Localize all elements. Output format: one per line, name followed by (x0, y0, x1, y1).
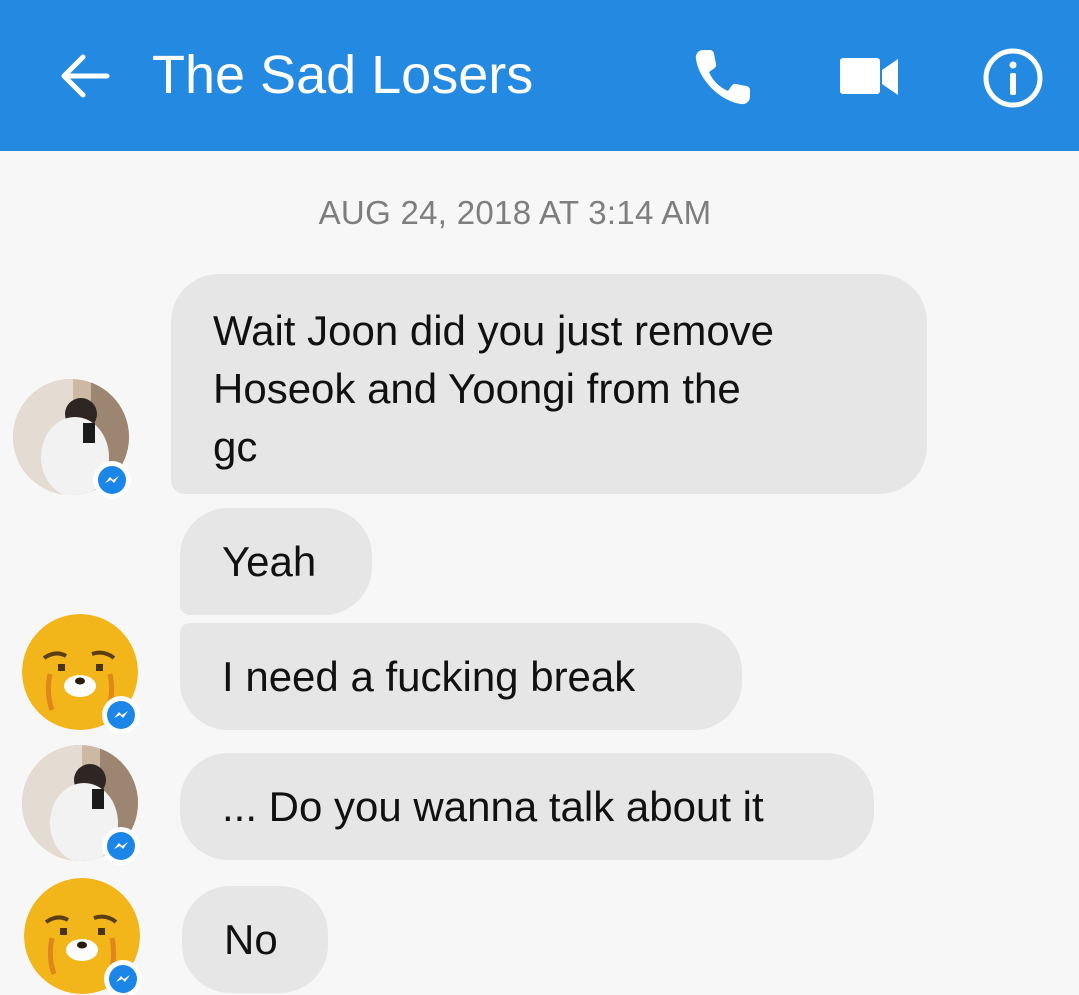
chat-header: The Sad Losers (0, 0, 1079, 151)
message-bubble-3[interactable]: I need a fucking break (180, 623, 742, 730)
conversation-timestamp: AUG 24, 2018 AT 3:14 AM (318, 194, 712, 231)
sender-avatar-photo[interactable] (22, 745, 140, 865)
messenger-badge-icon (107, 701, 135, 729)
video-call-button[interactable] (836, 50, 902, 104)
message-bubble-2[interactable]: Yeah (180, 508, 372, 615)
message-line: Hoseok and Yoongi from the (213, 365, 741, 412)
messenger-badge (102, 696, 140, 734)
message-bubble-1[interactable]: Wait Joon did you just remove Hoseok and… (171, 274, 927, 494)
message-text: ... Do you wanna talk about it (222, 782, 764, 830)
info-icon (983, 48, 1043, 108)
messenger-chat-screen: The Sad Losers AUG 24, 2018 AT 3:14 AM W… (0, 0, 1079, 995)
message-bubble-5[interactable]: No (182, 886, 328, 993)
arrow-left-icon (61, 54, 110, 98)
messenger-badge-icon (107, 832, 135, 860)
messenger-badge (93, 461, 131, 499)
messenger-badge (102, 827, 140, 865)
message-bubble-4[interactable]: ... Do you wanna talk about it (180, 753, 874, 860)
info-button[interactable] (980, 45, 1046, 111)
message-text: No (224, 915, 278, 963)
chat-title: The Sad Losers (152, 45, 534, 105)
message-line: gc (213, 423, 258, 470)
messenger-badge (104, 960, 142, 995)
message-line: Wait Joon did you just remove (213, 307, 775, 354)
messenger-badge-icon (98, 466, 126, 494)
video-camera-icon (840, 58, 898, 95)
message-text: I need a fucking break (222, 652, 636, 700)
sender-avatar-ryan[interactable] (24, 878, 142, 995)
sender-avatar-photo[interactable] (13, 379, 131, 499)
sender-avatar-ryan[interactable] (22, 614, 140, 734)
messenger-badge-icon (109, 965, 137, 993)
call-button[interactable] (690, 44, 756, 110)
message-text: Yeah (222, 537, 317, 585)
back-button[interactable] (55, 46, 115, 106)
phone-icon (695, 50, 750, 105)
